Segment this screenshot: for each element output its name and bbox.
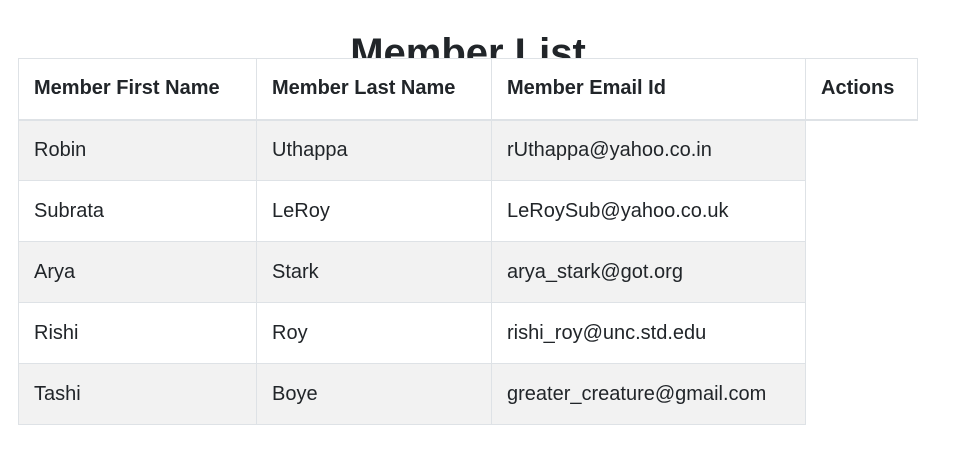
cell-first-name: Robin xyxy=(18,119,257,181)
cell-actions xyxy=(805,363,918,425)
cell-email: rUthappa@yahoo.co.in xyxy=(491,119,806,181)
cell-first-name: Arya xyxy=(18,241,257,303)
table-row: Tashi Boye greater_creature@gmail.com xyxy=(18,363,918,425)
column-header-last-name: Member Last Name xyxy=(256,58,492,121)
cell-email: LeRoySub@yahoo.co.uk xyxy=(491,180,806,242)
cell-email: rishi_roy@unc.std.edu xyxy=(491,302,806,364)
cell-last-name: Uthappa xyxy=(256,119,492,181)
column-header-email: Member Email Id xyxy=(491,58,806,121)
cell-last-name: Stark xyxy=(256,241,492,303)
cell-actions xyxy=(805,241,918,303)
cell-last-name: LeRoy xyxy=(256,180,492,242)
members-table: Member First Name Member Last Name Membe… xyxy=(18,58,918,425)
table-row: Arya Stark arya_stark@got.org xyxy=(18,241,918,303)
table-header: Member First Name Member Last Name Membe… xyxy=(18,58,918,121)
column-header-actions: Actions xyxy=(805,58,918,121)
cell-first-name: Rishi xyxy=(18,302,257,364)
cell-actions xyxy=(805,119,918,181)
cell-first-name: Subrata xyxy=(18,180,257,242)
cell-last-name: Roy xyxy=(256,302,492,364)
cell-actions xyxy=(805,302,918,364)
table-header-row: Member First Name Member Last Name Membe… xyxy=(18,58,918,121)
table-row: Robin Uthappa rUthappa@yahoo.co.in xyxy=(18,119,918,181)
cell-actions xyxy=(805,180,918,242)
cell-first-name: Tashi xyxy=(18,363,257,425)
table-body: Robin Uthappa rUthappa@yahoo.co.in Subra… xyxy=(18,119,918,425)
table-row: Subrata LeRoy LeRoySub@yahoo.co.uk xyxy=(18,180,918,242)
column-header-first-name: Member First Name xyxy=(18,58,257,121)
table-row: Rishi Roy rishi_roy@unc.std.edu xyxy=(18,302,918,364)
cell-email: arya_stark@got.org xyxy=(491,241,806,303)
cell-last-name: Boye xyxy=(256,363,492,425)
cell-email: greater_creature@gmail.com xyxy=(491,363,806,425)
